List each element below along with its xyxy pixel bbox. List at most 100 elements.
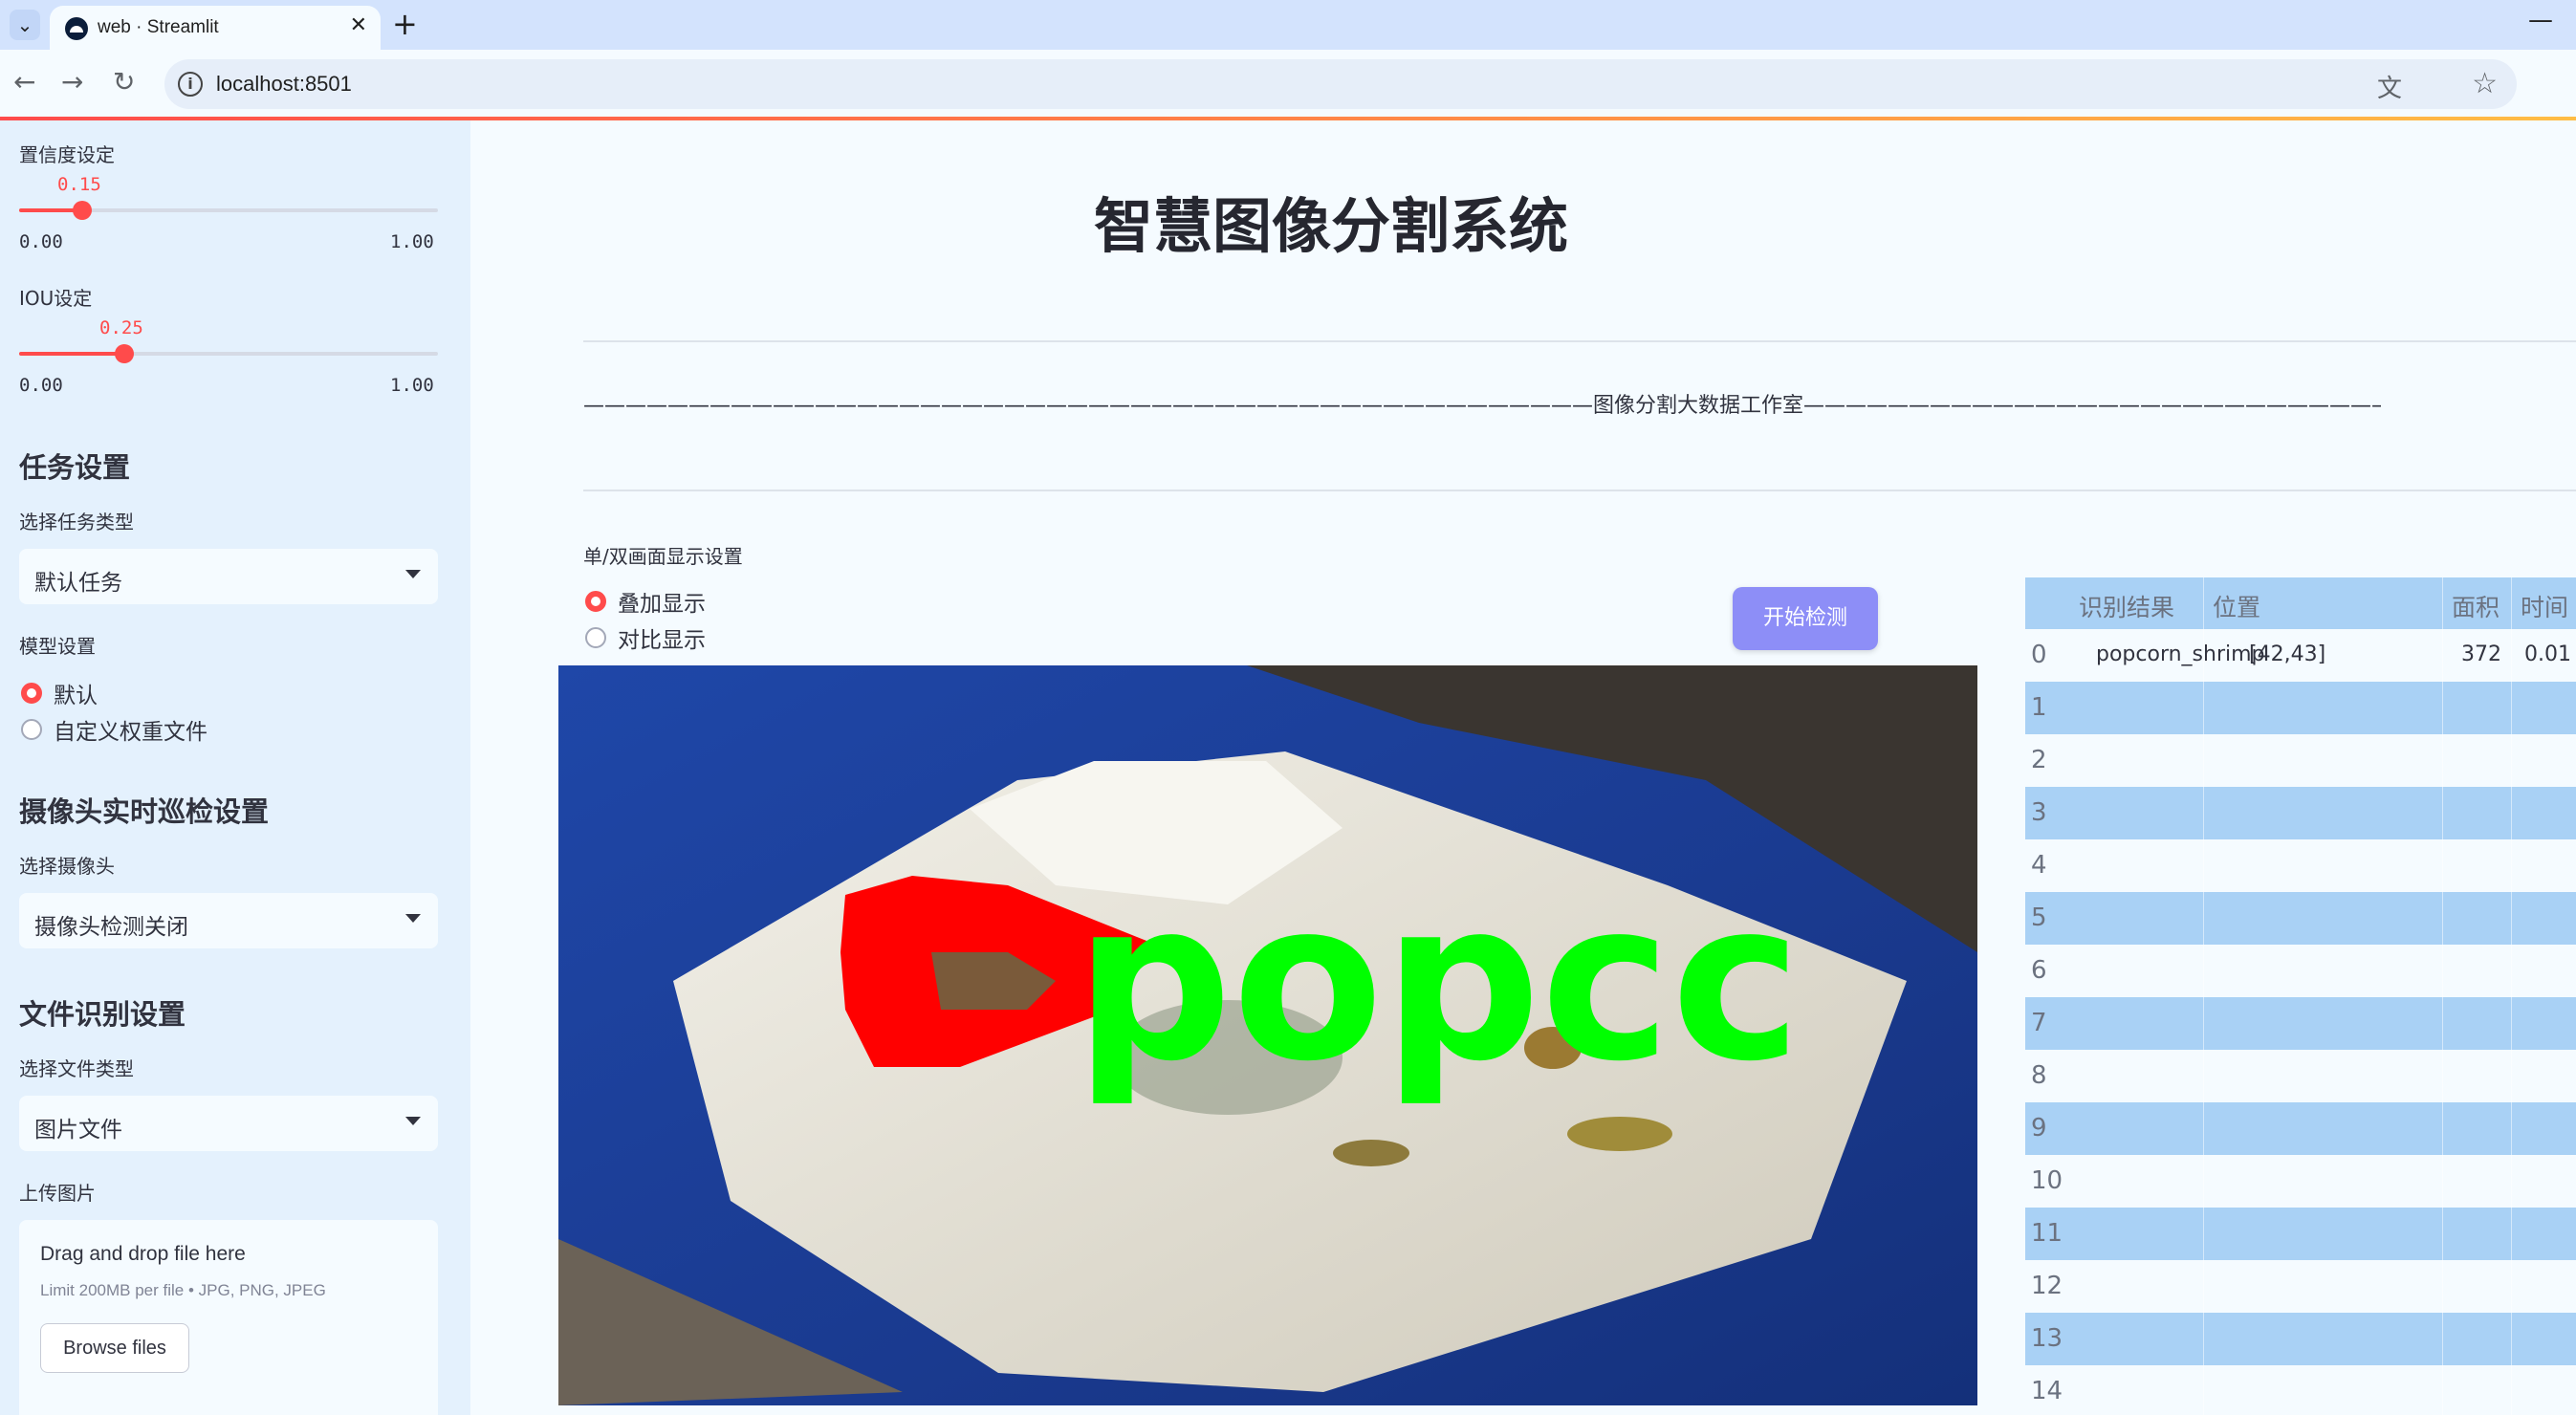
cell-time: 0.01 — [2524, 642, 2571, 666]
table-row[interactable]: 11 — [2025, 1208, 2576, 1260]
camera-settings-header: 摄像头实时巡检设置 — [19, 795, 270, 828]
task-type-value: 默认任务 — [34, 571, 122, 596]
column-divider — [2511, 577, 2512, 1415]
confidence-value: 0.15 — [57, 174, 101, 195]
main-content: 智慧图像分割系统 ———————————————————————————————… — [470, 120, 2576, 1415]
header-result[interactable]: 识别结果 — [2079, 589, 2174, 623]
segmentation-result-image: popcc — [558, 665, 1977, 1405]
iou-slider[interactable] — [19, 344, 438, 363]
browser-tab-bar: ⌄ web · Streamlit ✕ + — — [0, 0, 2576, 50]
table-row[interactable]: 8 — [2025, 1050, 2576, 1102]
table-row[interactable]: 14 — [2025, 1365, 2576, 1415]
table-row[interactable]: 6 — [2025, 945, 2576, 997]
task-type-select[interactable]: 默认任务 — [19, 549, 438, 604]
table-row[interactable]: 4 — [2025, 839, 2576, 892]
iou-value: 0.25 — [99, 317, 143, 338]
header-position[interactable]: 位置 — [2213, 589, 2260, 623]
overlay-display-radio[interactable] — [585, 591, 606, 612]
camera-select[interactable]: 摄像头检测关闭 — [19, 893, 438, 948]
model-default-label[interactable]: 默认 — [54, 677, 98, 709]
close-tab-icon[interactable]: ✕ — [350, 13, 367, 37]
table-row[interactable]: 10 — [2025, 1155, 2576, 1208]
minimize-window-icon[interactable]: — — [2528, 6, 2553, 34]
cell-area: 372 — [2461, 642, 2501, 666]
class-label-overlay: popcc — [1075, 855, 1801, 1110]
dropzone-title: Drag and drop file here — [40, 1243, 246, 1265]
header-area[interactable]: 面积 — [2452, 589, 2500, 623]
row-index: 8 — [2025, 1050, 2069, 1102]
row-index: 12 — [2025, 1260, 2069, 1313]
start-detection-button[interactable]: 开始检测 — [1733, 587, 1878, 650]
address-bar[interactable]: i localhost:8501 文 ☆ — [164, 59, 2517, 109]
table-header-row: 识别结果 位置 面积 时间 — [2025, 577, 2576, 629]
row-index: 0 — [2025, 629, 2069, 682]
table-row[interactable]: 7 — [2025, 997, 2576, 1050]
compare-display-label[interactable]: 对比显示 — [618, 621, 706, 654]
iou-min: 0.00 — [19, 375, 63, 396]
row-index: 4 — [2025, 839, 2069, 892]
chevron-down-icon — [405, 570, 421, 578]
table-row[interactable]: 12 — [2025, 1260, 2576, 1313]
result-image-canvas: popcc — [558, 665, 1977, 1405]
divider — [583, 340, 2576, 342]
forward-arrow-icon[interactable]: → — [61, 65, 83, 99]
task-settings-header: 任务设置 — [19, 451, 131, 484]
sidebar: 置信度设定 0.15 0.00 1.00 IOU设定 0.25 0.00 1.0… — [0, 120, 470, 1415]
file-type-select[interactable]: 图片文件 — [19, 1096, 438, 1151]
browse-files-button[interactable]: Browse files — [40, 1323, 189, 1373]
compare-display-radio[interactable] — [585, 627, 606, 648]
tab-list-chevron-icon[interactable]: ⌄ — [10, 10, 40, 40]
studio-banner: ————————————————————————————————————————… — [583, 394, 2381, 418]
iou-slider-fill — [19, 352, 124, 356]
model-custom-radio[interactable] — [21, 719, 42, 740]
confidence-slider-thumb[interactable] — [72, 201, 92, 220]
table-row[interactable]: 0 popcorn_shrimp [42,43] 372 0.01 — [2025, 629, 2576, 682]
new-tab-plus-icon[interactable]: + — [392, 6, 418, 42]
food-crumb — [1567, 1117, 1672, 1151]
header-time[interactable]: 时间 — [2521, 589, 2568, 623]
model-settings-label: 模型设置 — [19, 635, 96, 658]
iou-label: IOU设定 — [19, 287, 93, 310]
streamlit-favicon-icon — [65, 17, 88, 40]
row-index: 7 — [2025, 997, 2069, 1050]
confidence-slider[interactable] — [19, 201, 438, 220]
table-row[interactable]: 2 — [2025, 734, 2576, 787]
file-settings-header: 文件识别设置 — [19, 998, 186, 1031]
row-index: 6 — [2025, 945, 2069, 997]
file-dropzone[interactable]: Drag and drop file here Limit 200MB per … — [19, 1220, 438, 1415]
column-divider — [2442, 577, 2443, 1415]
browser-toolbar: ← → ↻ i localhost:8501 文 ☆ — [0, 50, 2576, 117]
reload-icon[interactable]: ↻ — [113, 65, 135, 99]
table-row[interactable]: 5 — [2025, 892, 2576, 945]
site-info-icon[interactable]: i — [178, 72, 203, 97]
table-row[interactable]: 13 — [2025, 1313, 2576, 1365]
row-index: 10 — [2025, 1155, 2069, 1208]
result-table[interactable]: 识别结果 位置 面积 时间 0 popcorn_shrimp [42,43] 372 0… — [2025, 577, 2576, 1415]
camera-select-label: 选择摄像头 — [19, 855, 115, 878]
table-row[interactable]: 9 — [2025, 1102, 2576, 1155]
row-index: 1 — [2025, 682, 2069, 734]
divider — [583, 490, 2576, 491]
upload-label: 上传图片 — [19, 1182, 96, 1205]
iou-max: 1.00 — [390, 375, 434, 396]
table-row[interactable]: 3 — [2025, 787, 2576, 839]
table-row[interactable]: 1 — [2025, 682, 2576, 734]
iou-slider-thumb[interactable] — [114, 344, 134, 363]
overlay-display-label[interactable]: 叠加显示 — [618, 585, 706, 618]
cell-position: [42,43] — [2249, 642, 2326, 666]
task-type-label: 选择任务类型 — [19, 511, 134, 533]
row-index: 14 — [2025, 1365, 2069, 1415]
confidence-min: 0.00 — [19, 231, 63, 252]
row-index: 11 — [2025, 1208, 2069, 1260]
file-type-value: 图片文件 — [34, 1118, 122, 1143]
model-default-radio[interactable] — [21, 683, 42, 704]
bookmark-star-icon[interactable]: ☆ — [2472, 67, 2498, 100]
model-custom-label[interactable]: 自定义权重文件 — [54, 713, 207, 746]
chevron-down-icon — [405, 914, 421, 923]
back-arrow-icon[interactable]: ← — [13, 65, 35, 99]
browser-tab[interactable]: web · Streamlit ✕ — [50, 6, 381, 50]
row-index: 3 — [2025, 787, 2069, 839]
display-mode-label: 单/双画面显示设置 — [583, 545, 743, 568]
translate-icon[interactable]: 文 — [2377, 69, 2402, 104]
url-text[interactable]: localhost:8501 — [216, 72, 352, 97]
